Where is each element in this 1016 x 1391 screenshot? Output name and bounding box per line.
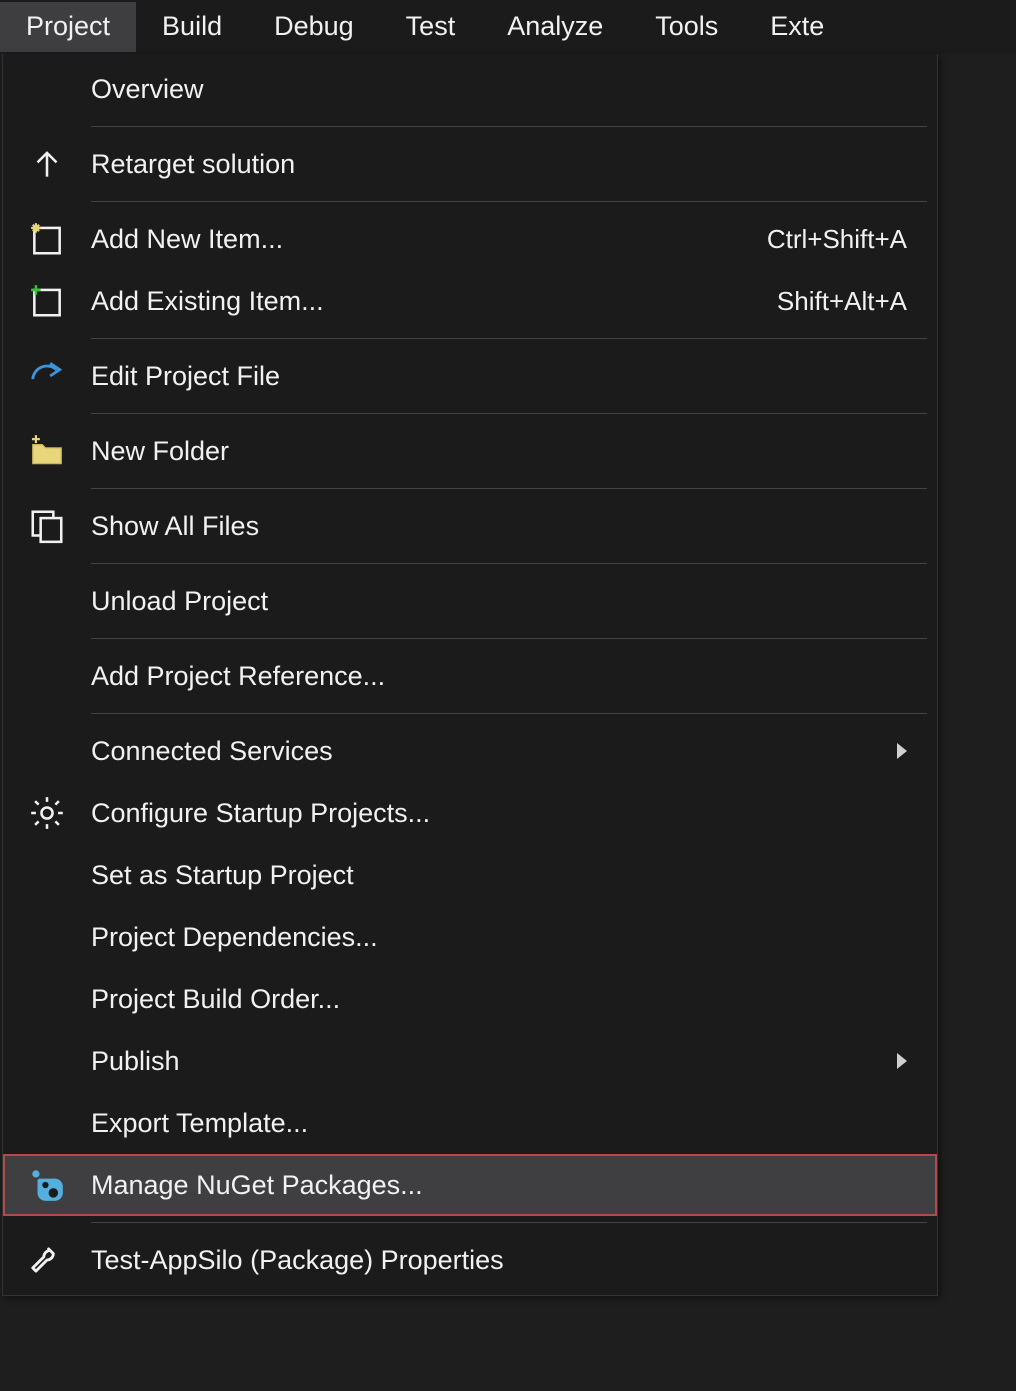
menu-separator <box>91 563 927 564</box>
menu-item-label: Configure Startup Projects... <box>91 798 907 829</box>
nuget-icon <box>3 1166 91 1204</box>
menubar-item-build[interactable]: Build <box>136 2 248 52</box>
menu-item-label: Add Project Reference... <box>91 661 907 692</box>
menu-separator <box>91 713 927 714</box>
chevron-right-icon <box>897 743 907 759</box>
arrow-up-icon <box>3 145 91 183</box>
menu-item-export-template[interactable]: Export Template... <box>3 1092 937 1154</box>
new-item-icon <box>3 220 91 258</box>
menubar-item-test[interactable]: Test <box>380 2 482 52</box>
menu-item-label: Show All Files <box>91 511 907 542</box>
menu-item-add-project-reference[interactable]: Add Project Reference... <box>3 645 937 707</box>
menu-item-shortcut: Shift+Alt+A <box>777 286 907 317</box>
menu-item-overview[interactable]: Overview <box>3 58 937 120</box>
menu-item-shortcut: Ctrl+Shift+A <box>767 224 907 255</box>
menu-item-manage-nuget-packages[interactable]: Manage NuGet Packages... <box>3 1154 937 1216</box>
project-menu-dropdown: Overview Retarget solution Add New Item.… <box>2 54 938 1296</box>
menubar-item-extensions[interactable]: Exte <box>744 2 850 52</box>
menu-item-label: Overview <box>91 74 907 105</box>
chevron-right-icon <box>897 1053 907 1069</box>
menu-item-unload-project[interactable]: Unload Project <box>3 570 937 632</box>
menu-item-connected-services[interactable]: Connected Services <box>3 720 937 782</box>
menu-item-configure-startup-projects[interactable]: Configure Startup Projects... <box>3 782 937 844</box>
menu-item-label: Connected Services <box>91 736 871 767</box>
menu-item-label: New Folder <box>91 436 907 467</box>
menu-item-publish[interactable]: Publish <box>3 1030 937 1092</box>
menu-item-label: Publish <box>91 1046 871 1077</box>
menu-separator <box>91 638 927 639</box>
menu-item-label: Edit Project File <box>91 361 907 392</box>
menubar-item-tools[interactable]: Tools <box>629 2 744 52</box>
menubar: Project Build Debug Test Analyze Tools E… <box>0 0 1016 54</box>
menu-separator <box>91 1222 927 1223</box>
menu-item-add-existing-item[interactable]: Add Existing Item... Shift+Alt+A <box>3 270 937 332</box>
menu-item-label: Set as Startup Project <box>91 860 907 891</box>
menu-item-label: Project Build Order... <box>91 984 907 1015</box>
menu-separator <box>91 338 927 339</box>
wrench-icon <box>3 1241 91 1279</box>
menu-item-label: Retarget solution <box>91 149 907 180</box>
menu-item-label: Add Existing Item... <box>91 286 777 317</box>
menu-item-label: Test-AppSilo (Package) Properties <box>91 1245 907 1276</box>
menu-separator <box>91 201 927 202</box>
menu-separator <box>91 126 927 127</box>
menu-item-label: Manage NuGet Packages... <box>91 1170 907 1201</box>
menu-item-label: Add New Item... <box>91 224 767 255</box>
gear-icon <box>3 794 91 832</box>
menu-item-show-all-files[interactable]: Show All Files <box>3 495 937 557</box>
menubar-item-analyze[interactable]: Analyze <box>481 2 629 52</box>
menu-item-add-new-item[interactable]: Add New Item... Ctrl+Shift+A <box>3 208 937 270</box>
menubar-item-project[interactable]: Project <box>0 2 136 52</box>
existing-item-icon <box>3 282 91 320</box>
menu-item-retarget-solution[interactable]: Retarget solution <box>3 133 937 195</box>
menu-item-label: Unload Project <box>91 586 907 617</box>
menu-item-edit-project-file[interactable]: Edit Project File <box>3 345 937 407</box>
menu-item-new-folder[interactable]: New Folder <box>3 420 937 482</box>
edit-arrow-icon <box>3 357 91 395</box>
show-all-files-icon <box>3 507 91 545</box>
menubar-item-debug[interactable]: Debug <box>248 2 380 52</box>
menu-item-set-as-startup[interactable]: Set as Startup Project <box>3 844 937 906</box>
menu-item-project-dependencies[interactable]: Project Dependencies... <box>3 906 937 968</box>
menu-item-label: Export Template... <box>91 1108 907 1139</box>
menu-separator <box>91 413 927 414</box>
new-folder-icon <box>3 432 91 470</box>
menu-item-label: Project Dependencies... <box>91 922 907 953</box>
menu-item-properties[interactable]: Test-AppSilo (Package) Properties <box>3 1229 937 1291</box>
menu-separator <box>91 488 927 489</box>
menu-item-project-build-order[interactable]: Project Build Order... <box>3 968 937 1030</box>
